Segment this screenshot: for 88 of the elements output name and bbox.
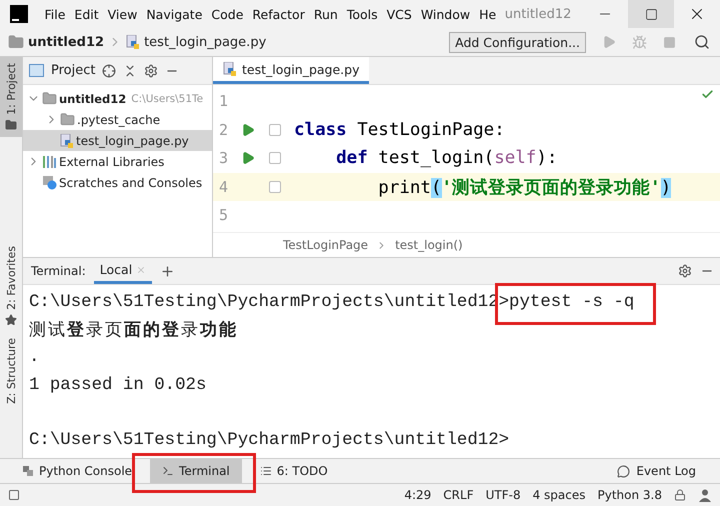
settings-icon[interactable]	[144, 64, 158, 78]
menu-item[interactable]: Edit	[70, 6, 104, 22]
status-item[interactable]: 4 spaces	[532, 488, 586, 502]
locate-icon[interactable]	[102, 64, 116, 78]
library-icon	[42, 155, 57, 168]
python-file-icon	[60, 134, 74, 148]
breadcrumb-item[interactable]: test_login()	[395, 238, 463, 252]
menu-item[interactable]: Run	[309, 6, 342, 22]
tree-label: test_login_page.py	[76, 134, 189, 148]
tree-label: .pytest_cache	[77, 112, 160, 126]
window-title: untitled12	[504, 6, 572, 22]
person-icon[interactable]	[698, 488, 712, 502]
python-file-icon	[126, 35, 140, 49]
tree-item[interactable]: External Libraries	[23, 151, 212, 172]
tree-item[interactable]: untitled12 C:\Users\51Te	[23, 88, 212, 109]
folder-icon	[42, 91, 57, 106]
code-text: class TestLoginPage:	[294, 120, 505, 140]
fold-marker[interactable]	[269, 152, 281, 164]
breadcrumb-item[interactable]: test_login_page.py	[144, 34, 266, 50]
folder-icon	[60, 112, 75, 127]
tool-window-tab[interactable]: Python Console	[10, 459, 144, 483]
scratch-icon	[42, 175, 57, 190]
terminal-output: 测试登录页面的登录功能	[29, 320, 238, 340]
menu-item[interactable]: File	[40, 6, 70, 22]
menu-item[interactable]: Tools	[342, 6, 382, 22]
code-text: print('测试登录页面的登录功能')	[377, 176, 672, 199]
tool-window-tab[interactable]: 6: TODO	[248, 459, 340, 483]
panel-title[interactable]: Project	[51, 63, 96, 78]
add-icon[interactable]	[160, 264, 176, 278]
line-number: 5	[218, 206, 230, 224]
menu-item[interactable]: Window	[416, 6, 475, 22]
path-label: C:\Users\51Te	[131, 92, 204, 104]
line-number: 3	[218, 149, 230, 168]
star-icon	[5, 314, 17, 326]
editor-tab[interactable]: test_login_page.py	[213, 57, 370, 84]
settings-icon[interactable]	[678, 264, 692, 278]
add-configuration-button[interactable]: Add Configuration...	[449, 32, 586, 52]
panel-title: Terminal:	[31, 264, 86, 278]
terminal-icon	[162, 465, 174, 477]
search-icon[interactable]	[694, 34, 710, 50]
tree-item[interactable]: Scratches and Consoles	[23, 172, 212, 193]
status-item[interactable]: 4:29	[404, 488, 432, 502]
folder-icon	[5, 118, 17, 131]
tree-label: Scratches and Consoles	[59, 176, 202, 190]
event-log-button[interactable]: Event Log	[636, 464, 696, 478]
fold-marker[interactable]	[269, 124, 281, 136]
breadcrumb-item[interactable]: TestLoginPage	[283, 238, 368, 252]
python-file-icon	[223, 62, 237, 76]
tree-label: External Libraries	[59, 154, 164, 168]
structure-tool-button[interactable]: Z: Structure	[0, 332, 22, 410]
favorites-tool-button[interactable]: 2: Favorites	[0, 240, 22, 332]
tree-label: untitled12	[59, 92, 126, 106]
menu-item[interactable]: VCS	[382, 6, 416, 22]
code-text: def test_login(self):	[335, 148, 558, 168]
lock-icon[interactable]	[674, 489, 686, 501]
terminal-prompt: C:\Users\51Testing\PycharmProjects\untitled12	[29, 293, 499, 312]
project-tool-button[interactable]: 1: Project	[0, 57, 22, 137]
tree-item[interactable]: .pytest_cache	[23, 109, 212, 130]
maximize-icon[interactable]	[644, 8, 658, 20]
menu-item[interactable]: He	[474, 6, 501, 22]
status-item[interactable]: CRLF	[443, 488, 474, 502]
check-icon	[701, 88, 714, 101]
tool-windows-icon[interactable]	[8, 489, 20, 501]
terminal-output: .	[29, 348, 40, 367]
status-item[interactable]: UTF-8	[486, 488, 521, 502]
event-log-icon[interactable]	[617, 464, 630, 478]
fold-marker[interactable]	[269, 180, 281, 193]
terminal-command: >pytest -s -q	[498, 292, 634, 314]
run-icon[interactable]	[241, 151, 255, 166]
line-number: 2	[218, 120, 230, 139]
menu-item[interactable]: View	[103, 6, 142, 22]
folder-icon	[8, 34, 24, 50]
menu-item[interactable]: Code	[206, 6, 248, 22]
tree-item[interactable]: test_login_page.py	[23, 130, 212, 151]
menu-item[interactable]: Refactor	[248, 6, 310, 22]
terminal-output: 1 passed in 0.02s	[29, 376, 206, 394]
line-number: 1	[218, 92, 230, 110]
status-item[interactable]: Python 3.8	[598, 488, 662, 502]
line-number: 4	[218, 178, 230, 196]
python-icon	[22, 465, 34, 477]
breadcrumb-item[interactable]: untitled12	[28, 34, 104, 50]
app-logo	[10, 5, 28, 23]
window-icon	[29, 64, 44, 77]
run-icon[interactable]	[241, 122, 255, 137]
session-tab[interactable]: Local	[94, 258, 152, 284]
menu-item[interactable]: Navigate	[142, 6, 207, 22]
tool-window-tab[interactable]: Terminal	[150, 459, 242, 483]
terminal-prompt: C:\Users\51Testing\PycharmProjects\untitled12>	[29, 430, 510, 450]
